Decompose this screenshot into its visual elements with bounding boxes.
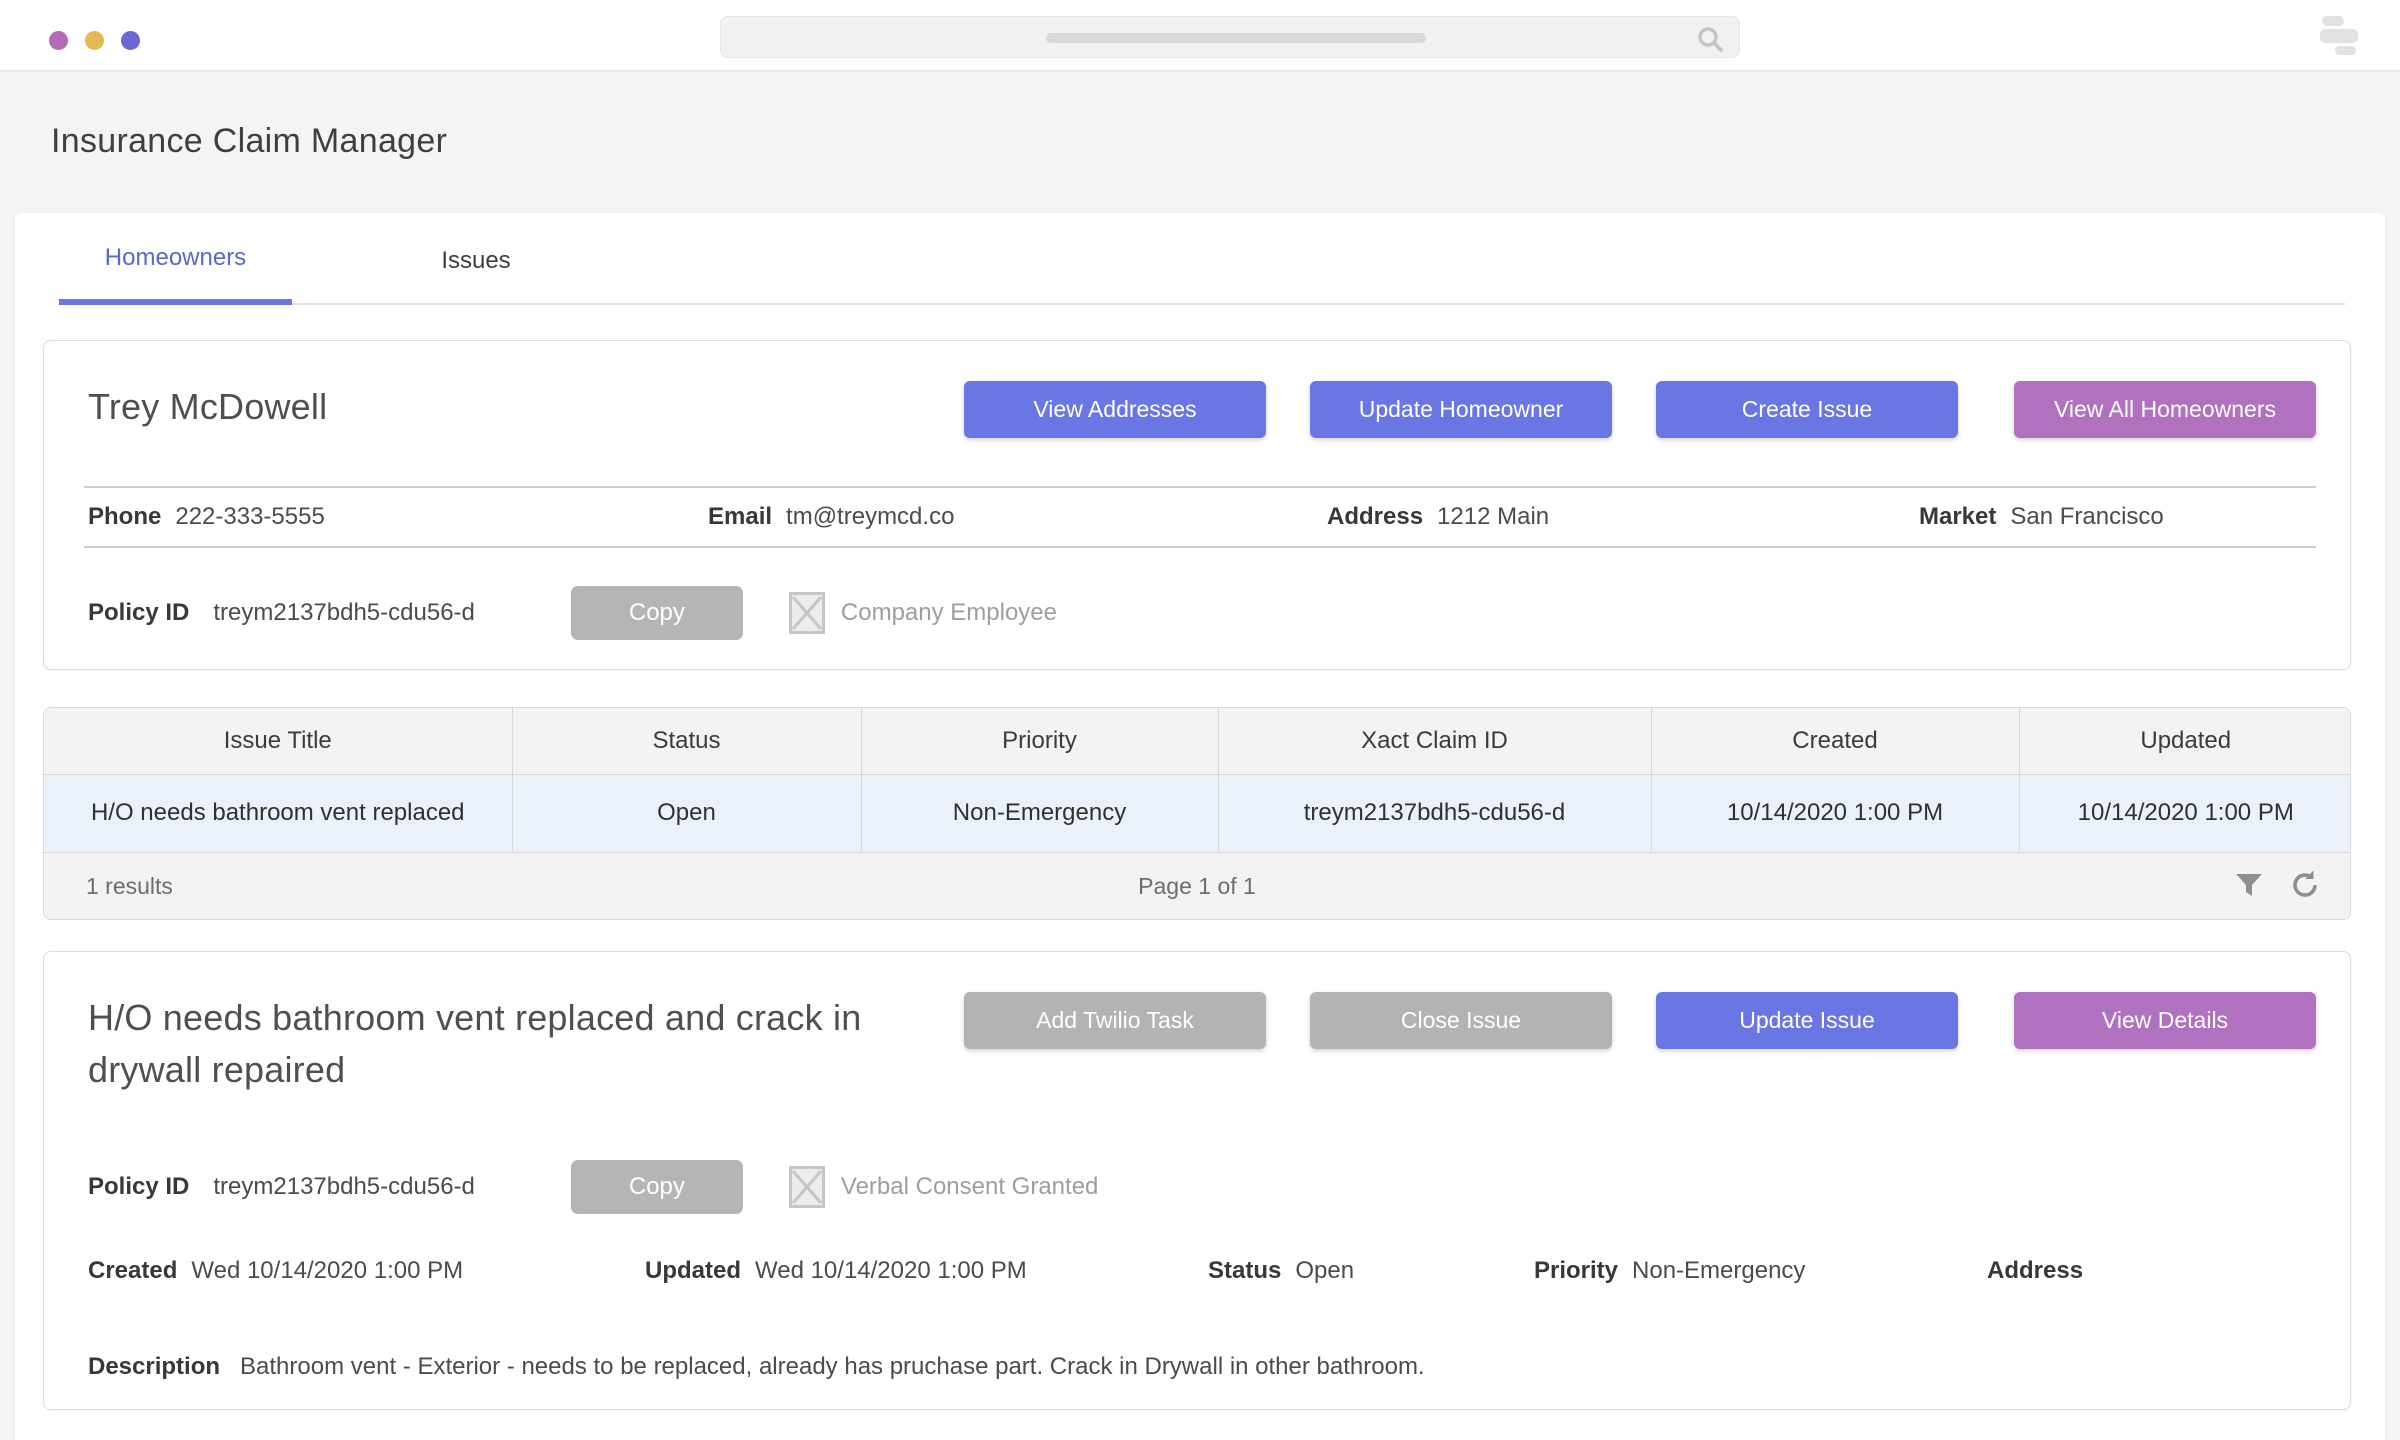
- search-icon[interactable]: [1695, 24, 1725, 59]
- issue-description-row: Description Bathroom vent - Exterior - n…: [44, 1353, 2350, 1381]
- email-field: Emailtm@treymcd.co: [708, 503, 1327, 531]
- policy-id-label: Policy ID: [88, 599, 189, 627]
- issues-table: Issue Title Status Priority Xact Claim I…: [43, 707, 2351, 920]
- cell-updated[interactable]: 10/14/2020 1:00 PM: [2019, 774, 2351, 852]
- verbal-consent-label: Verbal Consent Granted: [841, 1173, 1099, 1201]
- main-panel: Homeowners Issues Trey McDowell View Add…: [15, 213, 2385, 1440]
- verbal-consent-checkbox[interactable]: [789, 1166, 825, 1208]
- issue-card: H/O needs bathroom vent replaced and cra…: [43, 951, 2351, 1410]
- close-issue-button[interactable]: Close Issue: [1310, 992, 1612, 1049]
- table-row[interactable]: H/O needs bathroom vent replaced Open No…: [44, 774, 2351, 852]
- issue-policy-row: Policy ID treym2137bdh5-cdu56-d Copy Ver…: [44, 1160, 2350, 1214]
- window-dot-indigo[interactable]: [121, 31, 140, 50]
- page-title: Insurance Claim Manager: [51, 116, 2400, 166]
- phone-field: Phone222-333-5555: [88, 503, 708, 531]
- col-updated: Updated: [2019, 708, 2351, 774]
- issue-address-field: Address: [1987, 1257, 2350, 1285]
- browser-topbar: [0, 0, 2400, 72]
- browser-extensions-icon[interactable]: [2320, 16, 2360, 56]
- address-bar[interactable]: [720, 16, 1740, 58]
- cell-issue-title[interactable]: H/O needs bathroom vent replaced: [44, 774, 512, 852]
- cell-created[interactable]: 10/14/2020 1:00 PM: [1651, 774, 2019, 852]
- description-value: Bathroom vent - Exterior - needs to be r…: [240, 1353, 1425, 1381]
- view-details-button[interactable]: View Details: [2014, 992, 2316, 1049]
- homeowner-card: Trey McDowell View Addresses Update Home…: [43, 340, 2351, 670]
- priority-field: PriorityNon-Emergency: [1534, 1257, 1987, 1285]
- window-dot-yellow[interactable]: [85, 31, 104, 50]
- policy-id-value: treym2137bdh5-cdu56-d: [213, 1173, 475, 1201]
- tab-homeowners[interactable]: Homeowners: [59, 213, 292, 305]
- cell-status[interactable]: Open: [512, 774, 861, 852]
- issue-title: H/O needs bathroom vent replaced and cra…: [88, 992, 964, 1096]
- update-issue-button[interactable]: Update Issue: [1656, 992, 1958, 1049]
- window-controls: [49, 31, 140, 50]
- col-status: Status: [512, 708, 861, 774]
- company-employee-checkbox[interactable]: [789, 592, 825, 634]
- col-issue-title: Issue Title: [44, 708, 512, 774]
- copy-policy-id-button[interactable]: Copy: [571, 1160, 743, 1214]
- table-header-row: Issue Title Status Priority Xact Claim I…: [44, 708, 2351, 774]
- policy-id-label: Policy ID: [88, 1173, 189, 1201]
- policy-id-value: treym2137bdh5-cdu56-d: [213, 599, 475, 627]
- status-field: StatusOpen: [1208, 1257, 1534, 1285]
- add-twilio-task-button[interactable]: Add Twilio Task: [964, 992, 1266, 1049]
- col-xact-claim-id: Xact Claim ID: [1218, 708, 1651, 774]
- url-placeholder-bar: [1046, 33, 1426, 43]
- description-label: Description: [88, 1353, 220, 1381]
- company-employee-label: Company Employee: [841, 599, 1057, 627]
- issue-meta-row: CreatedWed 10/14/2020 1:00 PM UpdatedWed…: [44, 1247, 2350, 1295]
- cell-priority[interactable]: Non-Emergency: [861, 774, 1218, 852]
- window-dot-purple[interactable]: [49, 31, 68, 50]
- create-issue-button[interactable]: Create Issue: [1656, 381, 1958, 438]
- homeowner-fields-row: Phone222-333-5555 Emailtm@treymcd.co Add…: [44, 488, 2350, 546]
- homeowner-policy-row: Policy ID treym2137bdh5-cdu56-d Copy Com…: [44, 586, 2350, 640]
- update-homeowner-button[interactable]: Update Homeowner: [1310, 381, 1612, 438]
- tab-issues[interactable]: Issues: [376, 213, 576, 305]
- table-footer: 1 results Page 1 of 1: [44, 852, 2350, 919]
- page-indicator: Page 1 of 1: [44, 873, 2350, 900]
- market-field: MarketSan Francisco: [1919, 503, 2350, 531]
- copy-policy-id-button[interactable]: Copy: [571, 586, 743, 640]
- view-addresses-button[interactable]: View Addresses: [964, 381, 1266, 438]
- homeowner-name: Trey McDowell: [88, 381, 327, 433]
- cell-xact-claim-id[interactable]: treym2137bdh5-cdu56-d: [1218, 774, 1651, 852]
- address-field: Address1212 Main: [1327, 503, 1919, 531]
- updated-field: UpdatedWed 10/14/2020 1:00 PM: [645, 1257, 1208, 1285]
- tab-bar: Homeowners Issues: [59, 213, 2345, 305]
- col-priority: Priority: [861, 708, 1218, 774]
- view-all-homeowners-button[interactable]: View All Homeowners: [2014, 381, 2316, 438]
- created-field: CreatedWed 10/14/2020 1:00 PM: [88, 1257, 645, 1285]
- divider: [84, 546, 2316, 548]
- col-created: Created: [1651, 708, 2019, 774]
